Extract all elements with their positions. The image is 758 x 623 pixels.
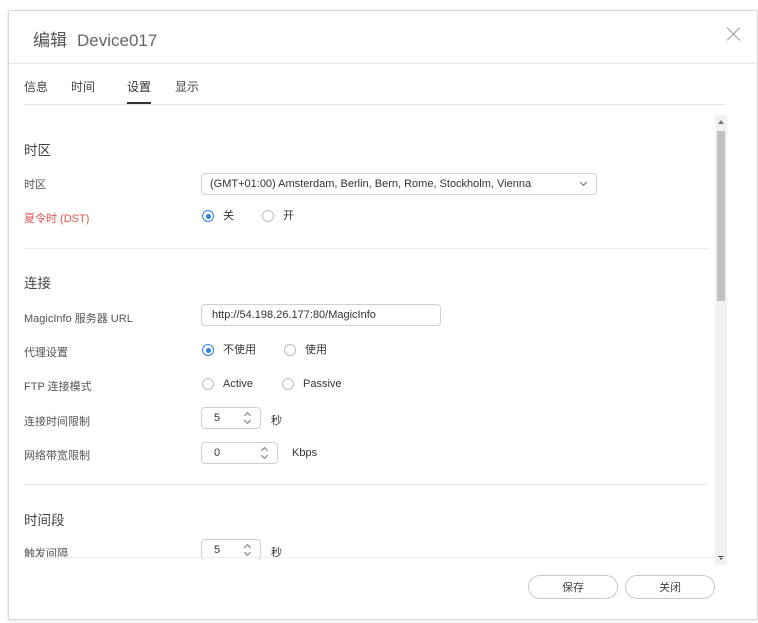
bandwidth-label: 网络带宽限制 (24, 450, 90, 462)
dst-off-label: 关 (223, 210, 234, 222)
timeout-label: 连接时间限制 (24, 416, 90, 428)
tab-divider (24, 104, 726, 105)
proxy-on-label: 使用 (305, 344, 327, 356)
section-title-timezone: 时区 (24, 143, 51, 158)
scrollbar-thumb[interactable] (717, 131, 725, 301)
radio-selected-icon (202, 344, 214, 356)
tab-settings[interactable]: 设置 (127, 78, 152, 104)
device-name: Device017 (77, 31, 158, 50)
close-icon[interactable] (725, 25, 743, 43)
timeout-value: 5 (214, 412, 221, 424)
section-title-connection: 连接 (24, 276, 51, 291)
dialog-title: 编辑 Device017 (33, 26, 157, 51)
section-divider (24, 484, 709, 485)
stepper-arrows-icon[interactable] (260, 444, 269, 462)
trigger-interval-value: 5 (214, 544, 221, 556)
tab-display[interactable]: 显示 (175, 78, 199, 95)
close-button[interactable]: 关闭 (625, 575, 715, 599)
dst-on-label: 开 (283, 210, 294, 222)
ftp-active-label: Active (223, 378, 253, 390)
radio-unselected-icon (284, 344, 296, 356)
dst-label: 夏令时 (DST) (24, 213, 90, 225)
settings-content: 时区 时区 (GMT+01:00) Amsterdam, Berlin, Ber… (24, 115, 709, 560)
timeout-unit: 秒 (271, 415, 282, 427)
ftp-mode-label: FTP 连接模式 (24, 381, 92, 393)
chevron-down-icon (579, 178, 588, 187)
proxy-label: 代理设置 (24, 347, 68, 359)
radio-unselected-icon (282, 378, 294, 390)
timeout-stepper[interactable]: 5 (201, 407, 261, 429)
tab-time[interactable]: 时间 (71, 78, 95, 95)
timezone-label: 时区 (24, 179, 46, 191)
dialog-header: 编辑 Device017 (9, 11, 757, 64)
timezone-select[interactable]: (GMT+01:00) Amsterdam, Berlin, Bern, Rom… (201, 173, 597, 195)
section-title-timeslot: 时间段 (24, 513, 65, 528)
radio-unselected-icon (202, 378, 214, 390)
ftp-passive-label: Passive (303, 378, 342, 390)
proxy-off-label: 不使用 (223, 344, 256, 356)
timezone-value: (GMT+01:00) Amsterdam, Berlin, Bern, Rom… (210, 178, 532, 190)
footer-divider (24, 557, 726, 558)
radio-selected-icon (202, 210, 214, 222)
scroll-up-arrow-icon[interactable] (718, 120, 724, 124)
vertical-scrollbar[interactable] (715, 115, 727, 565)
bandwidth-stepper[interactable]: 0 (201, 442, 278, 464)
server-url-input[interactable] (201, 304, 441, 326)
section-divider (24, 248, 709, 249)
server-url-label: MagicInfo 服务器 URL (24, 313, 133, 325)
stepper-arrows-icon[interactable] (243, 409, 252, 427)
save-button[interactable]: 保存 (528, 575, 618, 599)
radio-unselected-icon (262, 210, 274, 222)
dialog-title-prefix: 编辑 (33, 31, 67, 50)
tab-info[interactable]: 信息 (24, 78, 48, 95)
bandwidth-value: 0 (214, 447, 221, 459)
bandwidth-unit: Kbps (292, 447, 318, 459)
